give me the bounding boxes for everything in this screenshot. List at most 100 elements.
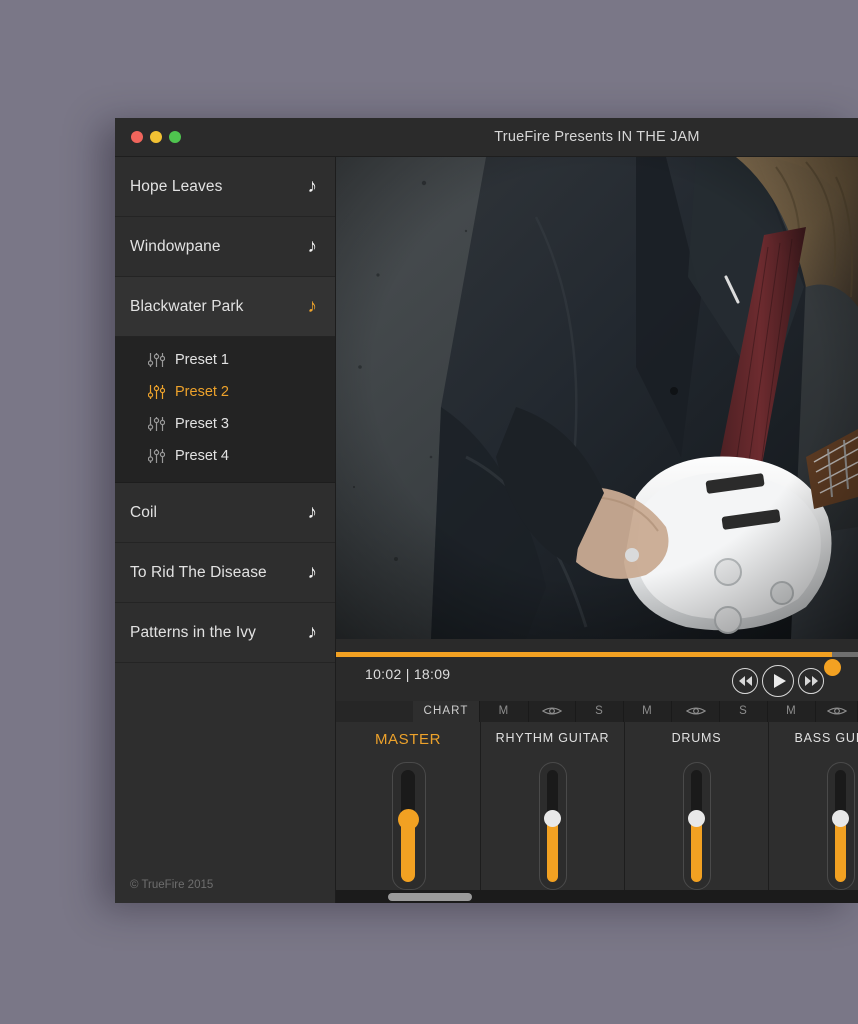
video-player[interactable]: [336, 157, 858, 639]
volume-fader[interactable]: [391, 762, 426, 890]
rewind-button[interactable]: [732, 668, 758, 694]
title-bar: TrueFire Presents IN THE JAM: [115, 118, 858, 157]
solo-button-label: S: [595, 705, 604, 717]
fader-level: [835, 818, 847, 882]
mixer-tab-row: CHART M S M S M: [336, 701, 858, 722]
application-window: TrueFire Presents IN THE JAM Hope Leaves…: [115, 118, 858, 903]
play-button[interactable]: [762, 665, 794, 697]
sidebar-track-to-rid-the-disease[interactable]: To Rid The Disease ♪: [115, 543, 335, 603]
visibility-eye-icon: [685, 707, 706, 715]
copyright-label: © TrueFire 2015: [130, 879, 214, 891]
volume-fader[interactable]: [539, 762, 567, 890]
sidebar-track-windowpane[interactable]: Windowpane ♪: [115, 217, 335, 277]
preset-label: Preset 3: [175, 416, 229, 432]
music-note-icon: ♪: [307, 236, 318, 257]
sidebar-track-blackwater-park[interactable]: Blackwater Park ♪: [115, 277, 335, 337]
preset-item-preset-2[interactable]: Preset 2: [115, 376, 335, 408]
mixer-horizontal-scrollbar[interactable]: [336, 890, 858, 903]
chart-tab[interactable]: CHART: [413, 701, 480, 722]
visibility-button-6[interactable]: [672, 701, 720, 722]
window-title: TrueFire Presents IN THE JAM: [494, 129, 700, 145]
sidebar: Hope Leaves ♪ Windowpane ♪ Blackwater Park ♪ P…: [115, 157, 336, 903]
solo-button-7[interactable]: S: [720, 701, 768, 722]
preset-label: Preset 2: [175, 384, 229, 400]
sidebar-empty-area: [115, 663, 335, 903]
preset-item-preset-3[interactable]: Preset 3: [115, 408, 335, 440]
progress-fill: [336, 652, 832, 657]
visibility-button-3[interactable]: [529, 701, 576, 722]
mixer-panel: CHART M S M S M MASTER RHYTHM GUITAR DRUMS BASS …: [336, 701, 858, 903]
preset-item-preset-4[interactable]: Preset 4: [115, 440, 335, 472]
progress-slider[interactable]: [336, 652, 858, 676]
scrollbar-thumb[interactable]: [388, 893, 472, 901]
strip-name-label: MASTER: [374, 731, 442, 748]
time-display: 10:02 | 18:09: [365, 666, 451, 682]
fader-groove: [544, 769, 562, 882]
mixer-strip-master: MASTER: [336, 722, 481, 903]
close-window-button[interactable]: [131, 131, 143, 143]
music-note-icon: ♪: [307, 502, 318, 523]
fader-knob[interactable]: [688, 810, 706, 828]
preset-label: Preset 1: [175, 352, 229, 368]
strip-name-label: BASS GUITAR: [794, 731, 858, 745]
mixer-tab-spacer: [336, 701, 413, 722]
mute-button-label: M: [786, 705, 797, 717]
progress-handle[interactable]: [823, 659, 841, 676]
fast-forward-icon: [804, 676, 818, 686]
rewind-icon: [738, 676, 752, 686]
strip-name-label: RHYTHM GUITAR: [495, 731, 610, 745]
main-panel: 10:02 | 18:09 CHART M S M S M MASTER RHY…: [336, 157, 858, 903]
mute-button-label: M: [498, 705, 510, 717]
volume-fader[interactable]: [827, 762, 855, 890]
music-note-icon: ♪: [307, 622, 318, 643]
maximize-window-button[interactable]: [169, 131, 181, 143]
play-icon: [773, 674, 786, 688]
minimize-window-button[interactable]: [150, 131, 162, 143]
preset-label: Preset 4: [175, 448, 229, 464]
music-note-icon: ♪: [307, 296, 318, 317]
sidebar-track-hope-leaves[interactable]: Hope Leaves ♪: [115, 157, 335, 217]
track-label: Blackwater Park: [130, 297, 244, 315]
fader-knob[interactable]: [832, 810, 850, 828]
video-frame: [336, 157, 858, 639]
music-note-icon: ♪: [307, 176, 318, 197]
fader-groove: [688, 769, 706, 882]
track-label: Hope Leaves: [130, 177, 223, 195]
mute-button-label: M: [642, 705, 653, 717]
fast-forward-button[interactable]: [798, 668, 824, 694]
volume-fader[interactable]: [683, 762, 711, 890]
sidebar-track-patterns-in-the-ivy[interactable]: Patterns in the Ivy ♪: [115, 603, 335, 663]
fader-knob[interactable]: [397, 809, 419, 831]
mute-button-5[interactable]: M: [624, 701, 672, 722]
track-label: Coil: [130, 503, 158, 521]
mixer-strip-drums: DRUMS: [625, 722, 769, 903]
mute-button-8[interactable]: M: [768, 701, 816, 722]
preset-list: Preset 1 Preset 2 Preset 3 Preset 4: [115, 337, 335, 483]
music-note-icon: ♪: [307, 562, 318, 583]
track-label: To Rid The Disease: [130, 563, 267, 581]
mute-button-2[interactable]: M: [480, 701, 529, 722]
transport-bar: 10:02 | 18:09: [336, 639, 858, 701]
mixer-strip-bass-guitar: BASS GUITAR: [769, 722, 858, 903]
fader-level: [691, 818, 703, 882]
track-label: Patterns in the Ivy: [130, 623, 256, 641]
fader-level: [547, 818, 559, 882]
mixer-faders-icon: [148, 385, 165, 399]
preset-item-preset-1[interactable]: Preset 1: [115, 344, 335, 376]
mixer-strip-rhythm-guitar: RHYTHM GUITAR: [481, 722, 625, 903]
mixer-faders-icon: [148, 417, 165, 431]
visibility-button-9[interactable]: [816, 701, 858, 722]
solo-button-label: S: [739, 705, 748, 717]
visibility-eye-icon: [542, 707, 562, 715]
fader-groove: [397, 769, 419, 882]
mixer-faders-icon: [148, 353, 165, 367]
solo-button-4[interactable]: S: [576, 701, 624, 722]
fader-groove: [832, 769, 850, 882]
chart-tab-label: CHART: [423, 705, 469, 717]
mixer-faders-icon: [148, 449, 165, 463]
track-label: Windowpane: [130, 237, 221, 255]
visibility-eye-icon: [826, 707, 847, 715]
fader-knob[interactable]: [544, 810, 562, 828]
track-list: Hope Leaves ♪ Windowpane ♪ Blackwater Park ♪ P…: [115, 157, 335, 663]
sidebar-track-coil[interactable]: Coil ♪: [115, 483, 335, 543]
